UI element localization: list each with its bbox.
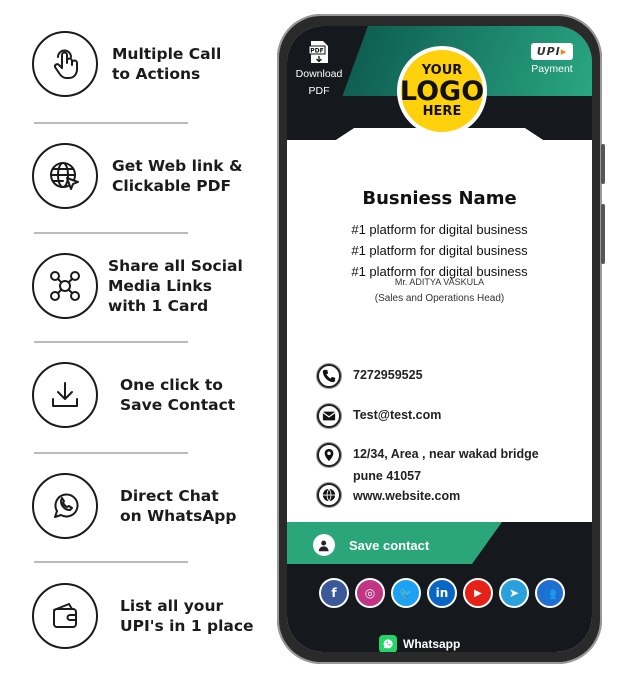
divider	[34, 561, 188, 563]
globe-icon	[317, 483, 341, 507]
divider	[34, 122, 188, 124]
tagline: #1 platform for digital business	[351, 243, 528, 258]
business-logo: YOUR LOGO HERE	[397, 46, 487, 136]
person-name: Mr. ADITYA VASKULA	[394, 277, 485, 287]
twitter-icon[interactable]: 🐦	[391, 578, 421, 608]
logo-line-2: LOGO	[399, 75, 485, 107]
email-icon	[317, 404, 341, 428]
phone-number: 7272959525	[353, 368, 423, 382]
upi-logo: UPI▸	[530, 43, 574, 60]
whatsapp-button[interactable]: Whatsapp	[379, 635, 460, 652]
feature-save-contact: One click to Save Contact	[32, 362, 272, 432]
pdf-badge-text: PDF	[310, 48, 323, 55]
email-address: Test@test.com	[353, 408, 442, 422]
feature-text: Get Web link & Clickable PDF	[112, 157, 243, 195]
feature-text: One click to Save Contact	[120, 376, 236, 414]
website-url: www.website.com	[353, 489, 461, 503]
download-icon	[32, 362, 98, 428]
contact-address[interactable]: 12/34, Area , near wakad bridge pune 410…	[317, 443, 539, 487]
tap-hand-icon	[32, 31, 98, 97]
business-name: Busniess Name	[362, 188, 517, 209]
save-contact-label: Save contact	[349, 537, 430, 553]
feature-text: Multiple Call to Actions	[112, 45, 222, 83]
feature-text: List all your UPI's in 1 place	[120, 597, 254, 635]
side-button	[601, 204, 605, 264]
divider	[34, 341, 188, 343]
divider	[34, 232, 188, 234]
download-label: Download	[295, 68, 343, 80]
save-contact-button[interactable]: Save contact	[313, 534, 429, 556]
location-pin-icon	[317, 443, 341, 467]
wallet-icon	[32, 583, 98, 649]
social-network-icon	[32, 253, 98, 319]
add-contact-icon	[313, 534, 335, 556]
whatsapp-icon	[379, 635, 397, 652]
logo-line-3: HERE	[422, 103, 462, 119]
whatsapp-label: Whatsapp	[403, 637, 461, 651]
upi-payment-button[interactable]: UPI▸ Payment	[522, 42, 582, 75]
phone-frame: PDF Download PDF UPI▸ Payment YOUR LOGO …	[277, 14, 605, 664]
feature-text: Direct Chat on WhatsApp	[120, 487, 237, 525]
linkedin-icon[interactable]: in	[427, 578, 457, 608]
digital-card-screen: PDF Download PDF UPI▸ Payment YOUR LOGO …	[287, 26, 592, 652]
feature-text: Share all Social Media Links with 1 Card	[108, 257, 243, 315]
youtube-icon[interactable]: ▶	[463, 578, 493, 608]
download-pdf-button[interactable]: PDF Download PDF	[291, 40, 347, 100]
contact-email[interactable]: Test@test.com	[317, 404, 441, 428]
contacts-icon[interactable]: 👥	[535, 578, 565, 608]
whatsapp-icon	[32, 473, 98, 539]
payment-label: Payment	[531, 63, 573, 75]
phone-icon	[317, 364, 341, 388]
person-role: (Sales and Operations Head)	[374, 293, 505, 304]
contact-phone[interactable]: 7272959525	[317, 364, 423, 388]
instagram-icon[interactable]: ◎	[355, 578, 385, 608]
feature-web-link: Get Web link & Clickable PDF	[32, 143, 272, 213]
tagline: #1 platform for digital business	[351, 222, 528, 237]
pdf-icon: PDF	[308, 41, 328, 63]
facebook-icon[interactable]: f	[319, 578, 349, 608]
pdf-label: PDF	[308, 85, 330, 97]
address-text: 12/34, Area , near wakad bridge pune 410…	[353, 447, 539, 483]
contact-website[interactable]: www.website.com	[317, 483, 460, 507]
feature-multiple-cta: Multiple Call to Actions	[32, 31, 272, 101]
feature-upi: List all your UPI's in 1 place	[32, 583, 272, 653]
telegram-icon[interactable]: ➤	[499, 578, 529, 608]
feature-whatsapp: Direct Chat on WhatsApp	[32, 473, 272, 543]
bar-dark-cut	[472, 522, 592, 564]
social-links: f ◎ 🐦 in ▶ ➤ 👥	[319, 578, 565, 608]
side-button	[601, 144, 605, 184]
feature-social-links: Share all Social Media Links with 1 Card	[32, 253, 272, 323]
globe-cursor-icon	[32, 143, 98, 209]
divider	[34, 452, 188, 454]
